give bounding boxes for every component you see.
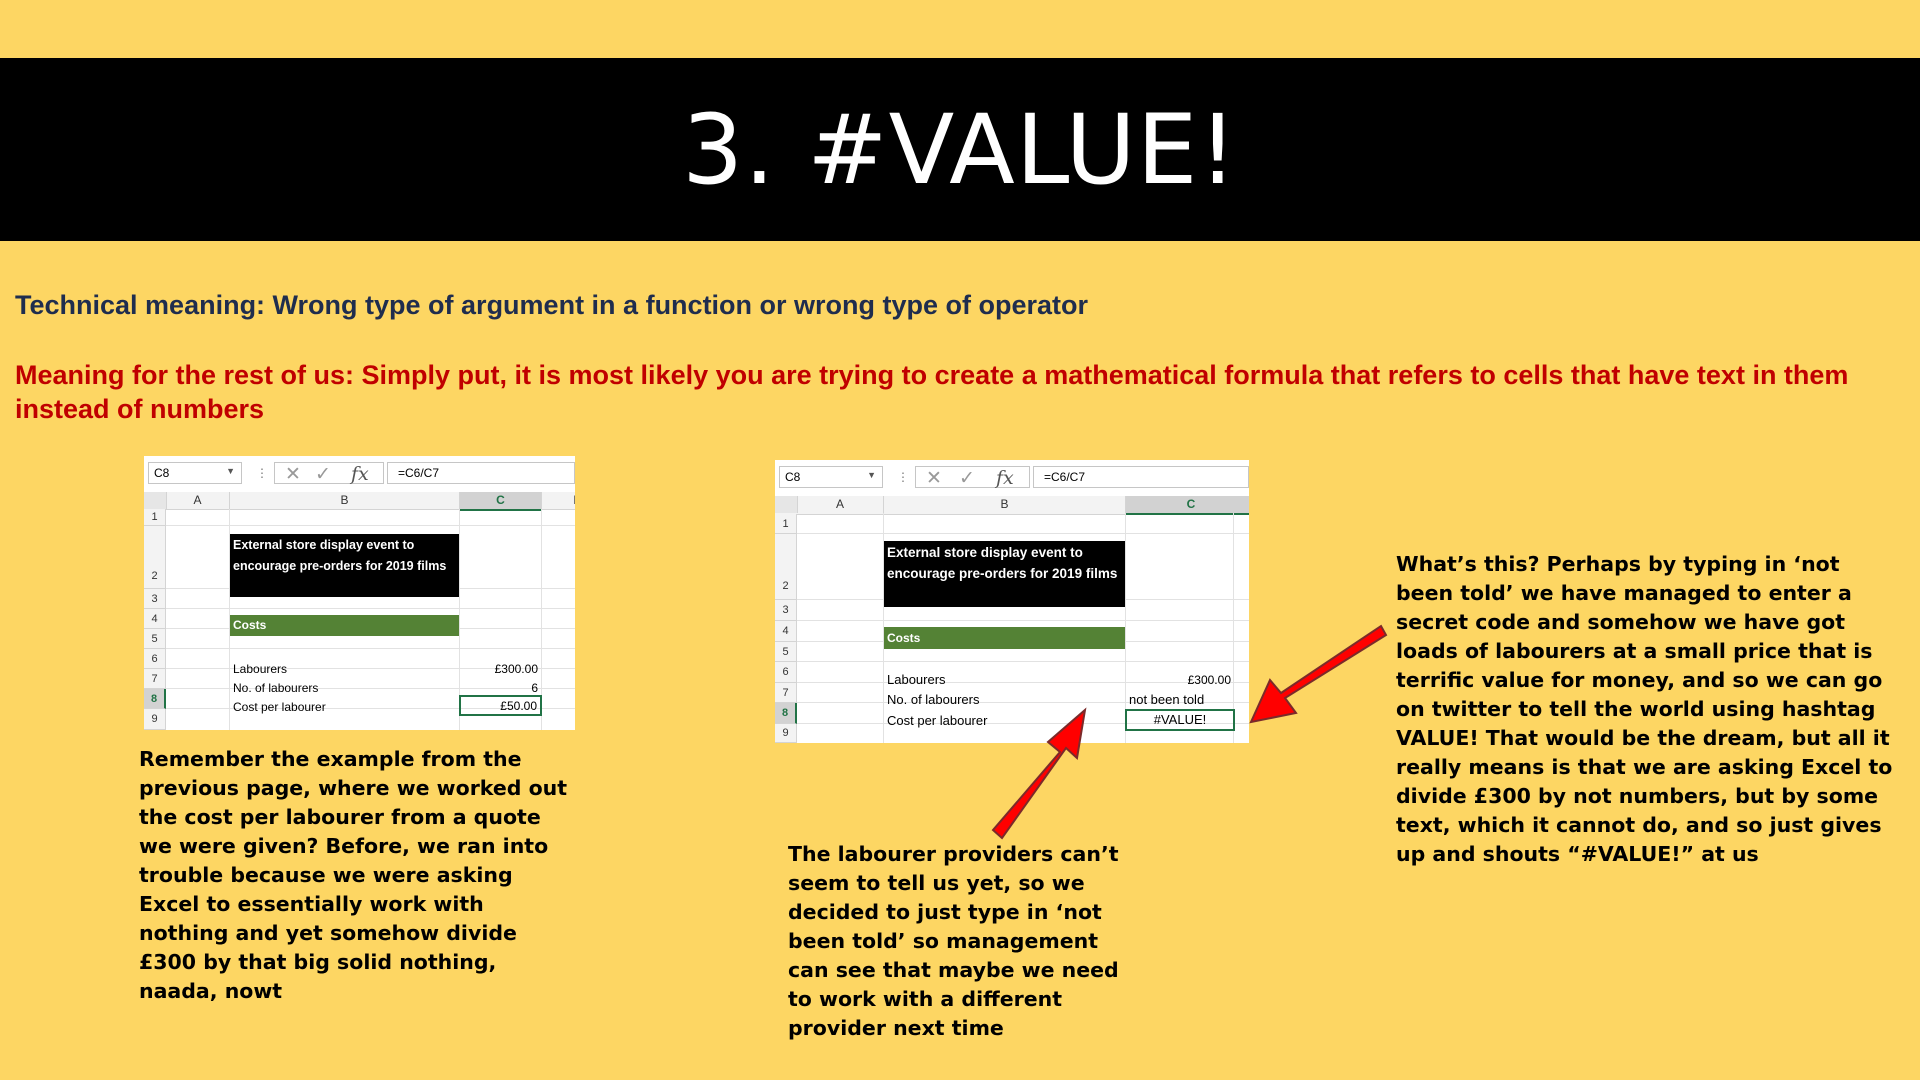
formula-bar: C8 ▼ ⋮ ✕ ✓ fx =C6/C7 — [775, 460, 1249, 497]
spreadsheet-left: C8▼ ⋮ ✕ ✓ fx =C6/C7 A B C D 1 2 3 4 5 6 … — [144, 456, 575, 730]
column-header-a[interactable]: A — [797, 496, 884, 513]
right-explanation: What’s this? Perhaps by typing in ‘not b… — [1396, 552, 1893, 866]
row-header-7[interactable]: 7 — [144, 669, 166, 689]
cost-per-label-cell[interactable]: Cost per labourer — [884, 711, 990, 731]
costs-header-cell[interactable]: Costs — [884, 627, 1125, 649]
chevron-down-icon[interactable]: ▼ — [226, 466, 235, 476]
num-labourers-label-cell[interactable]: No. of labourers — [884, 690, 983, 710]
check-icon[interactable]: ✓ — [959, 467, 975, 490]
row-header-2[interactable]: 2 — [775, 534, 797, 600]
num-labourers-value-cell[interactable]: not been told — [1126, 690, 1234, 710]
cost-per-label-cell[interactable]: Cost per labourer — [230, 697, 329, 717]
cross-icon[interactable]: ✕ — [926, 467, 942, 490]
check-icon[interactable]: ✓ — [315, 463, 331, 486]
title-cell[interactable]: External store display event to encourag… — [884, 541, 1125, 607]
grid-row — [797, 514, 1249, 534]
row-header-8[interactable]: 8 — [775, 703, 797, 724]
column-header-a[interactable]: A — [166, 492, 230, 509]
row-header-7[interactable]: 7 — [775, 683, 797, 703]
fx-icon[interactable]: fx — [996, 467, 1014, 489]
row-header-6[interactable]: 6 — [144, 649, 166, 669]
row-header-3[interactable]: 3 — [144, 589, 166, 609]
formula-buttons: ✕ ✓ fx — [915, 466, 1030, 490]
column-header-b[interactable]: B — [230, 492, 460, 509]
title-cell[interactable]: External store display event to encourag… — [230, 534, 459, 597]
row-header-2[interactable]: 2 — [144, 526, 166, 589]
formula-input[interactable]: =C6/C7 — [1033, 466, 1249, 488]
technical-meaning: Technical meaning: Wrong type of argumen… — [15, 290, 1089, 320]
row-header-8[interactable]: 8 — [144, 689, 166, 709]
costs-header-cell[interactable]: Costs — [230, 615, 459, 636]
fx-icon[interactable]: fx — [351, 463, 369, 485]
row-header-6[interactable]: 6 — [775, 662, 797, 683]
num-labourers-label-cell[interactable]: No. of labourers — [230, 678, 321, 698]
middle-explanation: The labourer providers can’t seem to tel… — [788, 842, 1119, 1040]
row-header-9[interactable]: 9 — [144, 709, 166, 730]
labourers-label-cell[interactable]: Labourers — [230, 659, 290, 679]
row-header-9[interactable]: 9 — [775, 724, 797, 743]
row-header-1[interactable]: 1 — [144, 509, 166, 526]
labourers-value-cell[interactable]: £300.00 — [460, 659, 541, 679]
cost-per-value-cell[interactable]: £50.00 — [459, 695, 542, 716]
more-icon[interactable]: ⋮ — [897, 470, 909, 484]
select-all-corner[interactable] — [144, 492, 167, 509]
column-headers: A B C — [775, 496, 1249, 515]
row-header-5[interactable]: 5 — [775, 642, 797, 662]
labourers-value-cell[interactable]: £300.00 — [1126, 670, 1234, 690]
cost-per-value-cell[interactable]: #VALUE! — [1125, 709, 1235, 731]
select-all-corner[interactable] — [775, 496, 798, 513]
row-header-5[interactable]: 5 — [144, 629, 166, 649]
spreadsheet-right: C8 ▼ ⋮ ✕ ✓ fx =C6/C7 A B C 1 2 3 4 5 6 7 … — [775, 460, 1249, 743]
chevron-down-icon[interactable]: ▼ — [867, 470, 876, 480]
column-headers: A B C D — [144, 492, 575, 511]
row-header-3[interactable]: 3 — [775, 600, 797, 621]
column-header-d[interactable]: D — [542, 492, 575, 509]
row-header-1[interactable]: 1 — [775, 514, 797, 534]
column-header-c[interactable]: C — [1126, 496, 1249, 515]
row-header-4[interactable]: 4 — [144, 609, 166, 629]
formula-input[interactable]: =C6/C7 — [387, 462, 575, 484]
grid-row — [166, 509, 575, 526]
rest-meaning: Meaning for the rest of us: Simply put, … — [15, 360, 1849, 424]
labourers-label-cell[interactable]: Labourers — [884, 670, 949, 690]
arrow-to-value-cell — [1249, 624, 1388, 724]
formula-bar: C8 ▼ ⋮ ✕ ✓ fx =C6/C7 — [144, 456, 575, 493]
formula-buttons: ✕ ✓ fx — [274, 462, 384, 486]
column-header-b[interactable]: B — [884, 496, 1126, 513]
left-explanation: Remember the example from the previous p… — [139, 747, 568, 1003]
slide-title: 3. #VALUE! — [682, 93, 1238, 206]
name-box[interactable]: C8 ▼ — [148, 462, 242, 484]
title-band: 3. #VALUE! — [0, 58, 1920, 241]
more-icon[interactable]: ⋮ — [256, 466, 268, 480]
cross-icon[interactable]: ✕ — [285, 463, 301, 486]
row-header-4[interactable]: 4 — [775, 621, 797, 642]
name-box[interactable]: C8 ▼ — [779, 466, 883, 488]
